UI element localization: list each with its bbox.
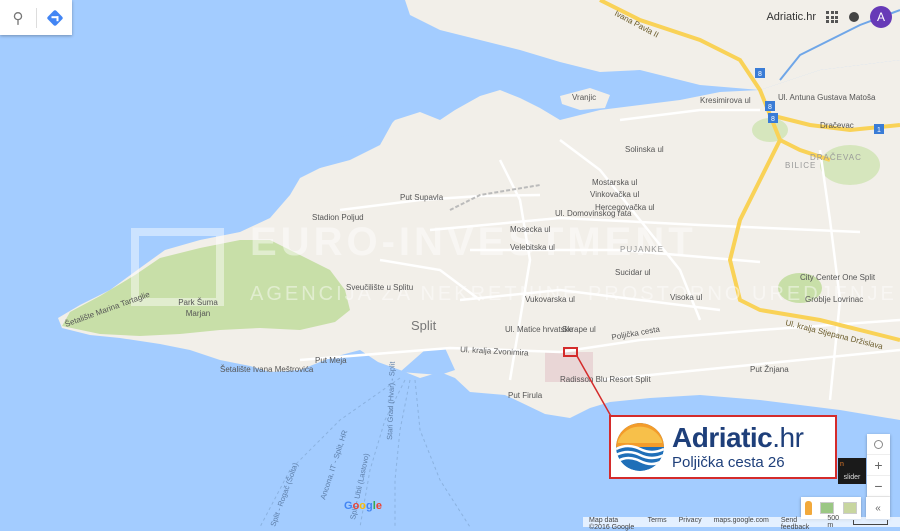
label-matosa: Ul. Antuna Gustava Matoša bbox=[778, 93, 876, 102]
pegman-icon[interactable] bbox=[805, 501, 813, 515]
my-location-button[interactable] bbox=[867, 434, 890, 455]
label-split: Split bbox=[411, 318, 437, 333]
svg-text:1: 1 bbox=[877, 127, 881, 134]
adriatic-logo-icon bbox=[616, 423, 664, 471]
callout-brand: Adriatic.hr bbox=[672, 421, 804, 453]
imagery-slider-tile[interactable]: n slider bbox=[838, 458, 866, 484]
apps-grid-icon[interactable] bbox=[826, 11, 838, 23]
label-groblje: Groblje Lovrinac bbox=[805, 295, 863, 304]
location-callout: Adriatic.hr Poljička cesta 26 bbox=[609, 415, 837, 479]
highway-shield-8c: 8 bbox=[768, 113, 778, 123]
label-dracevac: Dračevac bbox=[820, 121, 854, 130]
label-radisson: Radisson Blu Resort Split bbox=[560, 375, 651, 384]
highway-shield-8b: 8 bbox=[765, 101, 775, 111]
directions-icon[interactable] bbox=[37, 0, 72, 35]
top-right-bar: Adriatic.hr A bbox=[766, 6, 892, 28]
map-data-credit: Map data ©2016 Google bbox=[589, 517, 635, 531]
label-setaliste-mestrovica: Šetalište Ivana Meštrovića bbox=[220, 365, 314, 374]
label-put-firula: Put Firula bbox=[508, 391, 543, 400]
label-stadion: Stadion Poljud bbox=[312, 213, 364, 222]
zoom-out-button[interactable]: − bbox=[867, 476, 890, 497]
brand-label: Adriatic.hr bbox=[766, 11, 816, 23]
label-visoka: Visoka ul bbox=[670, 293, 703, 302]
terms-link[interactable]: Terms bbox=[648, 517, 667, 527]
label-velebitska: Velebitska ul bbox=[510, 243, 555, 252]
avatar[interactable]: A bbox=[870, 6, 892, 28]
park-north bbox=[820, 145, 880, 185]
svg-text:8: 8 bbox=[768, 104, 772, 111]
zoom-in-button[interactable]: + bbox=[867, 455, 890, 476]
label-vranjic: Vranjic bbox=[572, 93, 596, 102]
label-sucidar: Sucidar ul bbox=[615, 268, 651, 277]
label-vukovarska: Vukovarska ul bbox=[525, 295, 575, 304]
callout-address: Poljička cesta 26 bbox=[672, 453, 785, 471]
label-pujanke: PUJANKE bbox=[620, 245, 664, 254]
expand-button[interactable]: « bbox=[866, 497, 890, 519]
label-skrape: Skrape ul bbox=[562, 325, 596, 334]
label-put-meja: Put Meja bbox=[315, 356, 347, 365]
zoom-control: + − bbox=[867, 434, 890, 497]
send-feedback-link[interactable]: Send feedback bbox=[781, 517, 809, 531]
search-box[interactable]: ⚲ bbox=[0, 0, 72, 35]
label-kresimirova: Kresimirova ul bbox=[700, 96, 751, 105]
label-mosecka: Mosecka ul bbox=[510, 225, 551, 234]
label-bilice: BILICE bbox=[785, 161, 816, 170]
google-logo: Google bbox=[344, 500, 382, 512]
watermark-line1: EURO-INVESTMENT bbox=[250, 220, 697, 264]
label-mostarska: Mostarska ul bbox=[592, 178, 638, 187]
privacy-link[interactable]: Privacy bbox=[679, 517, 702, 527]
search-icon[interactable]: ⚲ bbox=[0, 0, 36, 35]
label-put-znjana: Put Žnjana bbox=[750, 365, 789, 374]
label-city-center: City Center One Split bbox=[800, 273, 876, 282]
label-vinkovacka: Vinkovačka ul bbox=[590, 190, 639, 199]
highway-shield-8a: 8 bbox=[755, 68, 765, 78]
imagery-thumb-icon[interactable] bbox=[842, 502, 857, 514]
highway-shield-1: 1 bbox=[874, 124, 884, 134]
label-solinska: Solinska ul bbox=[625, 145, 664, 154]
scale-bar[interactable]: 500 m bbox=[821, 515, 894, 529]
imagery-thumb-icon[interactable] bbox=[820, 502, 835, 514]
label-put-supavla: Put Supavla bbox=[400, 193, 444, 202]
label-park-line1: Park Šuma bbox=[178, 298, 218, 307]
label-sveuciliste: Sveučilište u Splitu bbox=[346, 283, 413, 292]
map-footer: Map data ©2016 Google Terms Privacy maps… bbox=[583, 515, 900, 531]
label-hercegovacka: Hercegovačka ul bbox=[595, 203, 655, 212]
label-park-line2: Marjan bbox=[186, 309, 210, 318]
label-dracevac-district: DRAČEVAC bbox=[810, 153, 862, 162]
notifications-icon[interactable] bbox=[848, 11, 860, 23]
svg-text:8: 8 bbox=[758, 71, 762, 78]
maps-url[interactable]: maps.google.com bbox=[714, 517, 769, 527]
svg-text:8: 8 bbox=[771, 116, 775, 123]
